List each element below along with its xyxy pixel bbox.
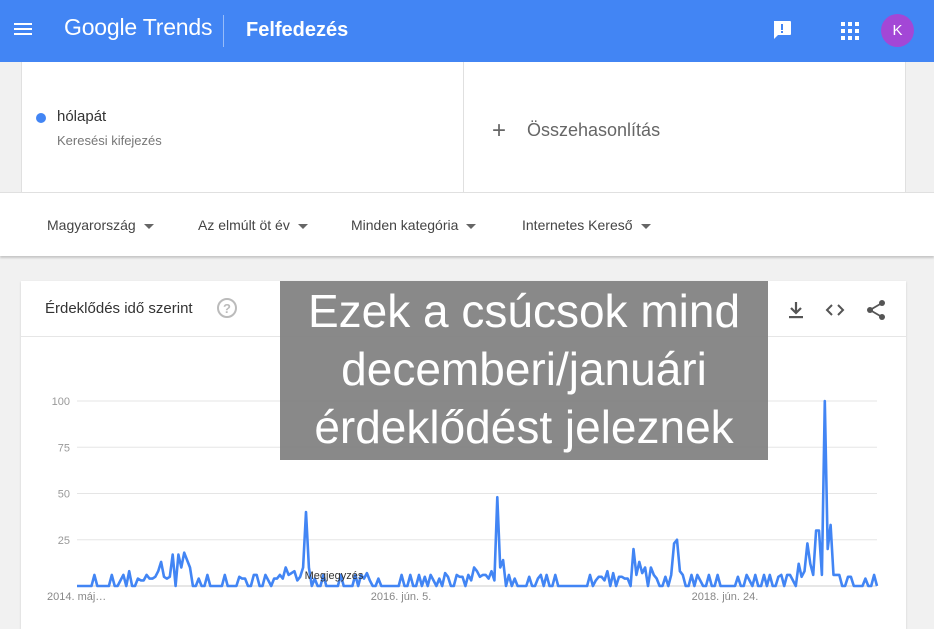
- category-filter-label: Minden kategória: [351, 217, 459, 233]
- y-tick-label: 50: [58, 489, 70, 501]
- logo-google-text: Google: [64, 14, 137, 40]
- overlay-line: Ezek a csúcsok mind: [307, 285, 741, 337]
- feedback-icon[interactable]: [771, 19, 793, 41]
- x-tick-label: 2014. máj…: [47, 591, 106, 603]
- chevron-down-icon: [640, 223, 651, 229]
- menu-icon[interactable]: [14, 20, 36, 40]
- period-filter[interactable]: Az elmúlt öt év: [198, 217, 308, 233]
- chevron-down-icon: [297, 223, 308, 229]
- search-term[interactable]: hólapát: [57, 108, 106, 125]
- y-tick-label: 25: [58, 535, 70, 547]
- filter-bar: Magyarország Az elmúlt öt év Minden kate…: [0, 192, 934, 256]
- search-term-type: Keresési kifejezés: [57, 133, 162, 148]
- logo-trends-text: Trends: [142, 14, 213, 40]
- annotation-overlay: Ezek a csúcsok mind decemberi/januári ér…: [280, 281, 768, 460]
- source-filter-label: Internetes Kereső: [522, 217, 633, 233]
- period-filter-label: Az elmúlt öt év: [198, 217, 290, 233]
- y-tick-label: 100: [52, 396, 70, 408]
- source-filter[interactable]: Internetes Kereső: [522, 217, 651, 233]
- overlay-line: decemberi/januári: [341, 343, 707, 395]
- header-divider: [223, 15, 224, 47]
- overlay-line: érdeklődést jeleznek: [314, 401, 734, 453]
- plus-icon[interactable]: +: [492, 119, 506, 143]
- term-color-dot: [36, 113, 46, 123]
- app-header: Google Trends Felfedezés K: [0, 0, 934, 62]
- account-avatar[interactable]: K: [881, 14, 914, 47]
- x-tick-label: 2018. jún. 24.: [692, 591, 759, 603]
- x-tick-label: 2016. jún. 5.: [371, 591, 432, 603]
- region-filter-label: Magyarország: [47, 217, 136, 233]
- apps-grid-icon[interactable]: [840, 21, 860, 41]
- y-tick-label: 75: [58, 442, 70, 454]
- search-term-panel: hólapát Keresési kifejezés + Összehasonl…: [0, 62, 934, 192]
- google-trends-logo[interactable]: Google Trends: [64, 14, 212, 41]
- chevron-down-icon: [466, 223, 477, 229]
- note-label: Megjegyzés: [305, 570, 364, 582]
- compare-card[interactable]: + Összehasonlítás: [463, 62, 906, 192]
- page-title: Felfedezés: [246, 19, 349, 41]
- region-filter[interactable]: Magyarország: [47, 217, 154, 233]
- search-term-card[interactable]: hólapát Keresési kifejezés: [21, 62, 463, 192]
- compare-label[interactable]: Összehasonlítás: [527, 120, 660, 141]
- chevron-down-icon: [143, 223, 154, 229]
- category-filter[interactable]: Minden kategória: [351, 217, 477, 233]
